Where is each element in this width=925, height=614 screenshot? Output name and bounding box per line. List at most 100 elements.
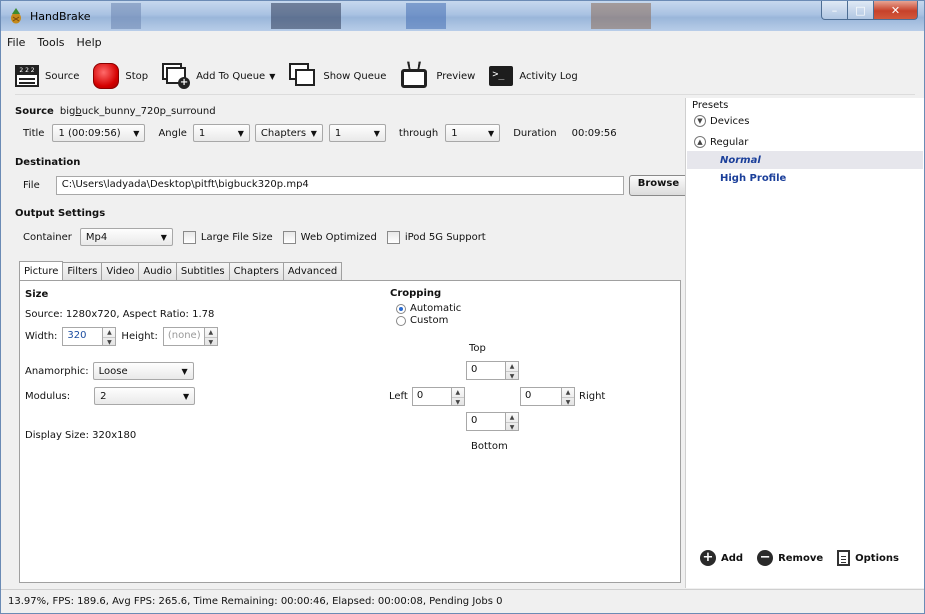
spin-up-icon[interactable]: ▲	[562, 388, 574, 397]
chevron-down-icon[interactable]: ▼	[694, 115, 706, 127]
range-start-select[interactable]: 1 ▼	[328, 124, 386, 142]
remove-preset-button[interactable]: − Remove	[757, 550, 823, 566]
tab-advanced[interactable]: Advanced	[282, 262, 343, 280]
status-bar: 13.97%, FPS: 189.6, Avg FPS: 265.6, Time…	[1, 589, 924, 613]
crop-left-stepper[interactable]: 0 ▲ ▼	[411, 387, 465, 407]
crop-bottom-input[interactable]: 0	[466, 412, 506, 431]
crop-custom-radio[interactable]	[396, 315, 406, 326]
add-to-queue-label: Add To Queue	[196, 70, 266, 82]
width-stepper[interactable]: 320 ▲ ▼	[62, 327, 117, 347]
close-icon[interactable]: ✕	[874, 1, 918, 20]
chevron-down-icon: ▼	[488, 128, 495, 138]
cropping-heading: Cropping	[390, 288, 442, 299]
menu-file[interactable]: File	[1, 34, 31, 52]
add-preset-button[interactable]: + Add	[700, 550, 743, 566]
window-title: HandBrake	[30, 10, 91, 23]
clapperboard-icon	[15, 65, 39, 87]
chevron-up-icon[interactable]: ▲	[694, 136, 706, 148]
presets-actions: + Add − Remove Options	[700, 550, 913, 566]
title-bar[interactable]: HandBrake – □ ✕	[1, 1, 924, 31]
web-optimized-checkbox[interactable]	[282, 230, 296, 244]
minimize-icon[interactable]: –	[821, 1, 848, 20]
activity-log-button[interactable]: >_ Activity Log	[489, 61, 578, 91]
angle-select[interactable]: 1 ▼	[192, 124, 250, 142]
crop-left-label: Left	[389, 391, 408, 402]
preset-high-profile[interactable]: High Profile	[720, 173, 786, 184]
maximize-icon[interactable]: □	[848, 1, 874, 20]
spin-down-icon[interactable]: ▼	[562, 397, 574, 407]
title-select[interactable]: 1 (00:09:56) ▼	[52, 124, 146, 142]
crop-right-input[interactable]: 0	[520, 387, 562, 406]
tab-subtitles[interactable]: Subtitles	[175, 262, 230, 280]
source-label: Source	[45, 70, 80, 82]
chevron-down-icon: ▼	[310, 128, 317, 138]
chevron-down-icon: ▼	[160, 232, 167, 242]
tab-picture[interactable]: Picture	[19, 261, 64, 280]
preset-normal[interactable]: Normal	[687, 151, 923, 169]
tab-video[interactable]: Video	[101, 262, 140, 280]
dropdown-arrow-icon[interactable]: ▼	[269, 72, 275, 81]
web-optimized-label: Web Optimized	[300, 231, 377, 243]
spin-down-icon[interactable]: ▼	[103, 337, 116, 347]
source-name: bigbuck_bunny_720p_surround	[59, 106, 216, 117]
menu-bar: File Tools Help	[1, 34, 108, 52]
crop-right-stepper[interactable]: 0 ▲ ▼	[520, 387, 575, 406]
tab-filters[interactable]: Filters	[62, 262, 103, 280]
crop-left-input[interactable]: 0	[411, 387, 452, 406]
spin-down-icon[interactable]: ▼	[451, 397, 464, 407]
source-button[interactable]: Source	[15, 61, 79, 91]
preset-group-devices[interactable]: ▼ Devices	[694, 115, 749, 127]
presets-heading: Presets	[692, 100, 729, 111]
modulus-select[interactable]: 2 ▼	[94, 387, 196, 405]
spin-up-icon[interactable]: ▲	[205, 328, 217, 337]
spin-up-icon[interactable]: ▲	[452, 388, 464, 397]
status-text: 13.97%, FPS: 189.6, Avg FPS: 265.6, Time…	[8, 596, 503, 607]
spin-up-icon[interactable]: ▲	[506, 413, 518, 422]
ipod-label: iPod 5G Support	[404, 231, 486, 243]
pineapple-app-icon	[11, 8, 21, 24]
ipod-checkbox[interactable]	[386, 230, 400, 244]
crop-automatic-option[interactable]: Automatic	[396, 303, 461, 314]
crop-custom-option[interactable]: Custom	[396, 315, 448, 326]
tab-audio[interactable]: Audio	[138, 262, 177, 280]
angle-label: Angle	[158, 127, 187, 139]
tv-icon	[400, 61, 430, 90]
title-row: Title 1 (00:09:56) ▼ Angle 1 ▼ Chapters ▼ 1…	[23, 124, 617, 142]
preview-label: Preview	[436, 70, 476, 82]
width-input[interactable]: 320	[62, 327, 104, 346]
height-input[interactable]: (none)	[162, 327, 205, 346]
spin-up-icon[interactable]: ▲	[103, 328, 115, 337]
preview-button[interactable]: Preview	[400, 61, 475, 91]
height-label: Height:	[121, 331, 158, 342]
spin-down-icon[interactable]: ▼	[506, 422, 518, 432]
spin-up-icon[interactable]: ▲	[506, 362, 518, 371]
add-to-queue-button[interactable]: + Add To Queue ▼	[162, 61, 275, 91]
browse-button[interactable]: Browse	[628, 175, 689, 196]
container-select[interactable]: Mp4 ▼	[79, 228, 173, 246]
destination-file-input[interactable]: C:\Users\ladyada\Desktop\pitft\bigbuck32…	[55, 176, 624, 195]
crop-top-stepper[interactable]: 0 ▲ ▼	[466, 361, 519, 380]
crop-automatic-radio[interactable]	[396, 303, 406, 314]
show-queue-button[interactable]: Show Queue	[289, 61, 386, 91]
crop-left-row: Left 0 ▲ ▼	[389, 387, 465, 406]
preset-group-regular[interactable]: ▲ Regular	[694, 136, 748, 148]
anamorphic-select[interactable]: Loose ▼	[92, 362, 194, 380]
spin-down-icon[interactable]: ▼	[204, 337, 217, 347]
menu-help[interactable]: Help	[71, 34, 108, 52]
menu-tools[interactable]: Tools	[31, 34, 70, 52]
large-file-checkbox[interactable]	[182, 230, 196, 244]
stop-button[interactable]: Stop	[93, 61, 148, 91]
range-end-select[interactable]: 1 ▼	[445, 124, 501, 142]
duration-value: 00:09:56	[571, 127, 617, 139]
crop-bottom-stepper[interactable]: 0 ▲ ▼	[466, 412, 519, 431]
preset-options-button[interactable]: Options	[837, 550, 899, 566]
spin-down-icon[interactable]: ▼	[506, 371, 518, 381]
tab-chapters[interactable]: Chapters	[228, 262, 284, 280]
height-stepper[interactable]: (none) ▲ ▼	[162, 327, 218, 347]
chevron-down-icon: ▼	[373, 128, 380, 138]
settings-tabs: Picture Filters Video Audio Subtitles Ch…	[19, 261, 343, 280]
anamorphic-label: Anamorphic:	[25, 365, 89, 377]
crop-top-row: 0 ▲ ▼	[466, 361, 519, 380]
range-mode-select[interactable]: Chapters ▼	[254, 124, 323, 142]
crop-top-input[interactable]: 0	[466, 361, 506, 380]
